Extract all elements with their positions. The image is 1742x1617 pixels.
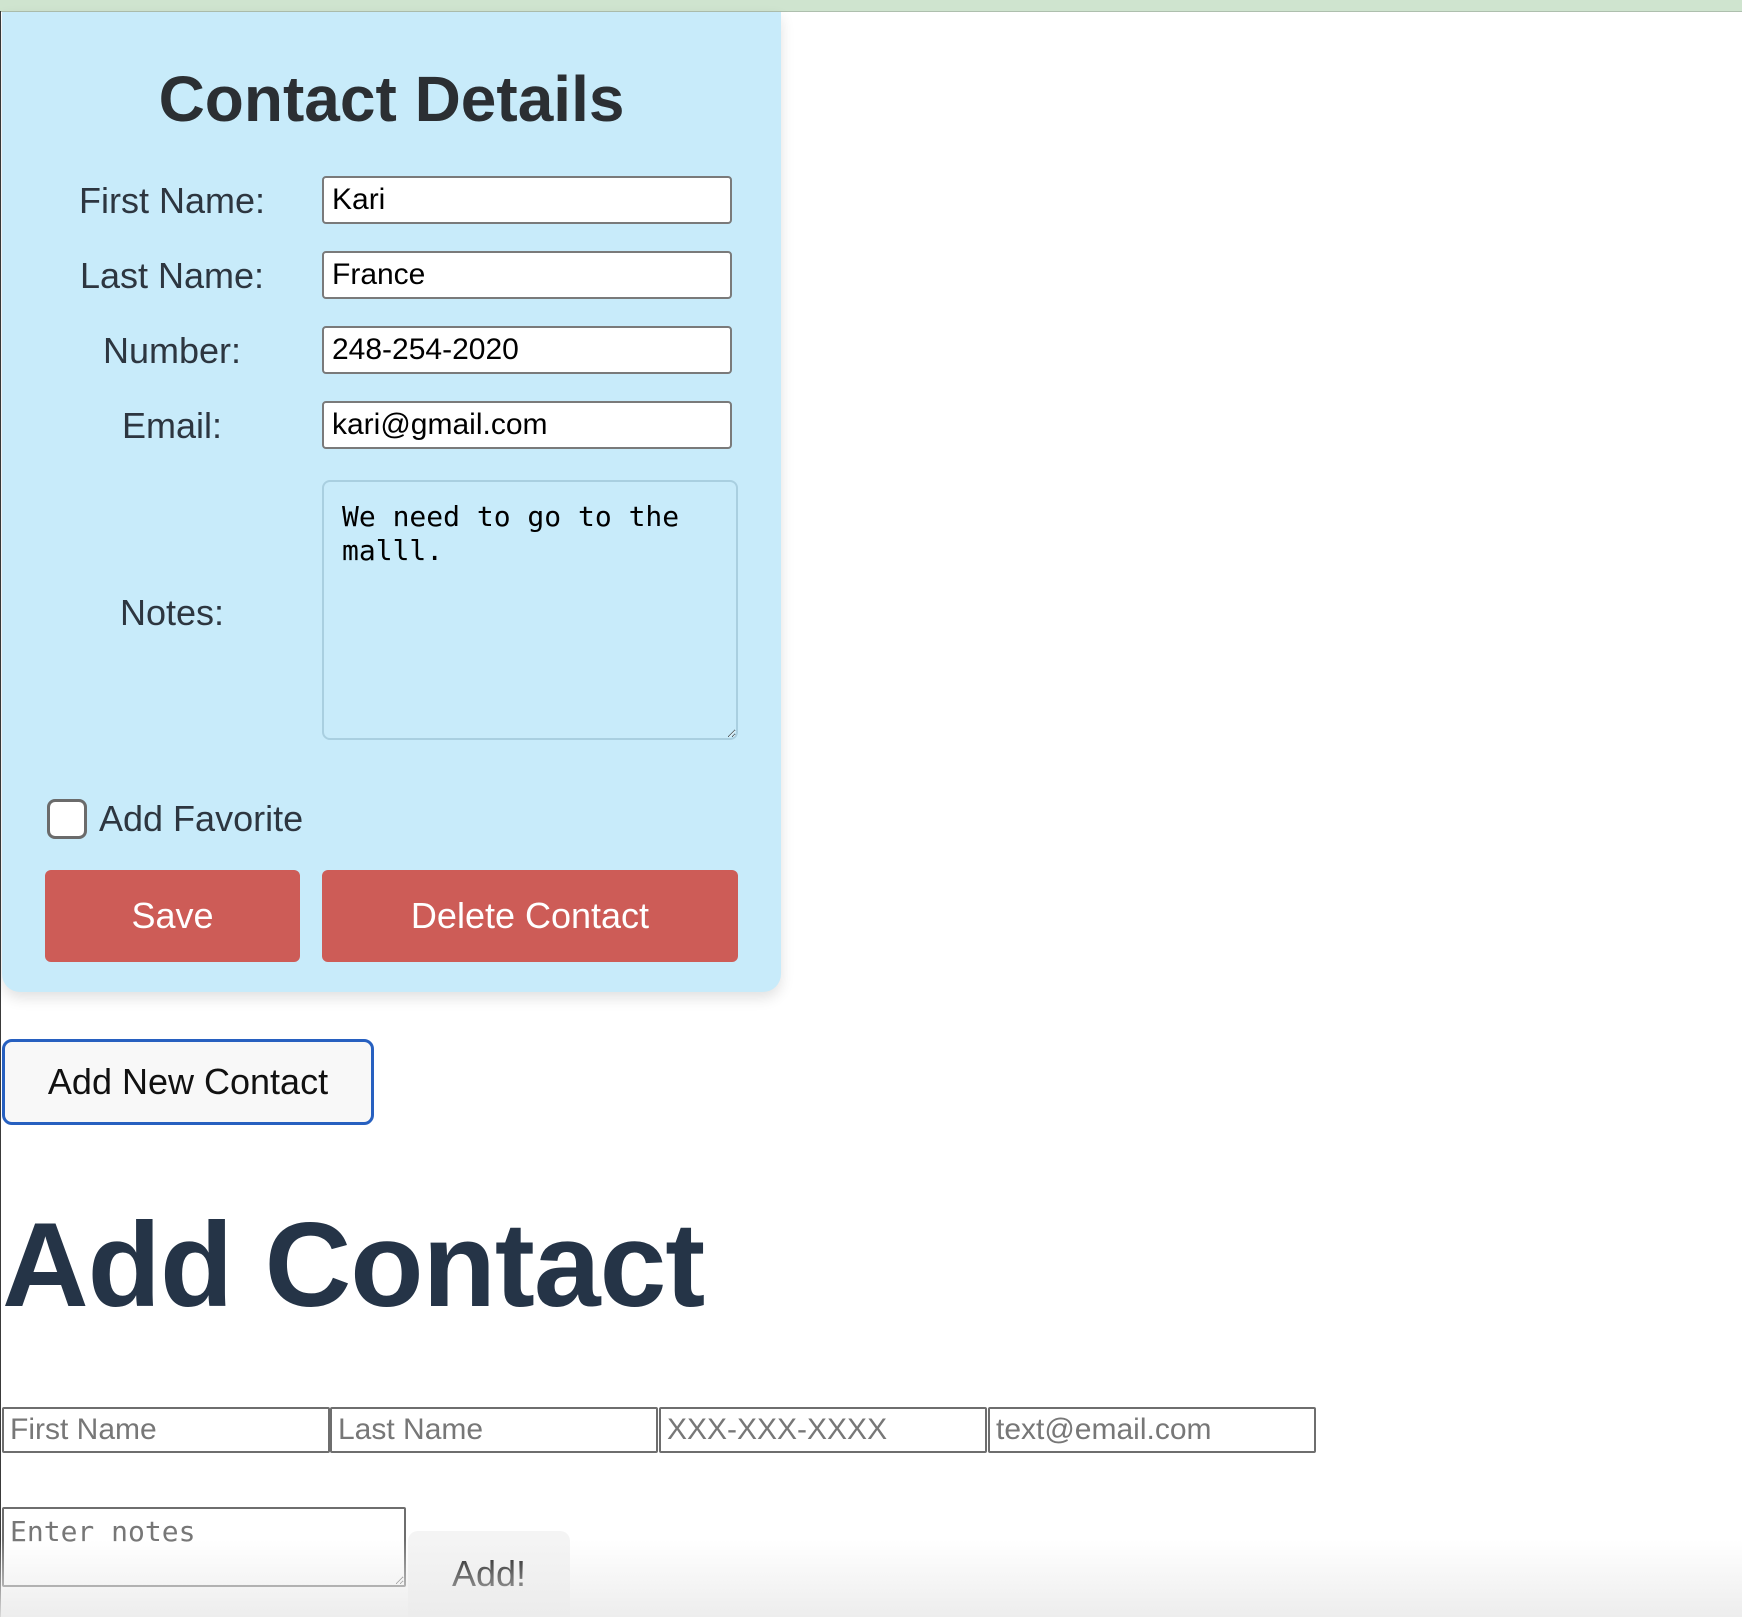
favorite-label: Add Favorite — [99, 798, 304, 839]
add-button[interactable]: Add! — [408, 1531, 570, 1617]
contact-details-card: Contact Details First Name: Last Name: N… — [2, 12, 781, 992]
save-button[interactable]: Save — [45, 870, 300, 962]
new-first-name-input[interactable] — [2, 1407, 330, 1453]
delete-contact-button[interactable]: Delete Contact — [322, 870, 738, 962]
add-contact-title: Add Contact — [2, 1198, 705, 1332]
number-label: Number: — [102, 330, 242, 371]
email-field[interactable] — [322, 401, 732, 449]
number-field[interactable] — [322, 326, 732, 374]
new-number-input[interactable] — [659, 1407, 987, 1453]
notes-textarea[interactable]: We need to go to the malll. — [322, 480, 738, 740]
left-edge — [0, 11, 1, 1617]
first-name-field[interactable] — [322, 176, 732, 224]
new-last-name-input[interactable] — [330, 1407, 658, 1453]
top-strip — [0, 0, 1742, 12]
new-email-input[interactable] — [988, 1407, 1316, 1453]
contact-details-title: Contact Details — [158, 63, 625, 135]
notes-label: Notes: — [119, 592, 225, 633]
new-notes-textarea[interactable] — [2, 1507, 406, 1587]
add-new-contact-button[interactable]: Add New Contact — [2, 1039, 374, 1125]
favorite-checkbox[interactable] — [47, 799, 87, 839]
email-label: Email: — [121, 405, 223, 446]
last-name-label: Last Name: — [79, 255, 265, 296]
favorite-row: Add Favorite — [47, 796, 303, 842]
first-name-label: First Name: — [78, 180, 265, 221]
last-name-field[interactable] — [322, 251, 732, 299]
